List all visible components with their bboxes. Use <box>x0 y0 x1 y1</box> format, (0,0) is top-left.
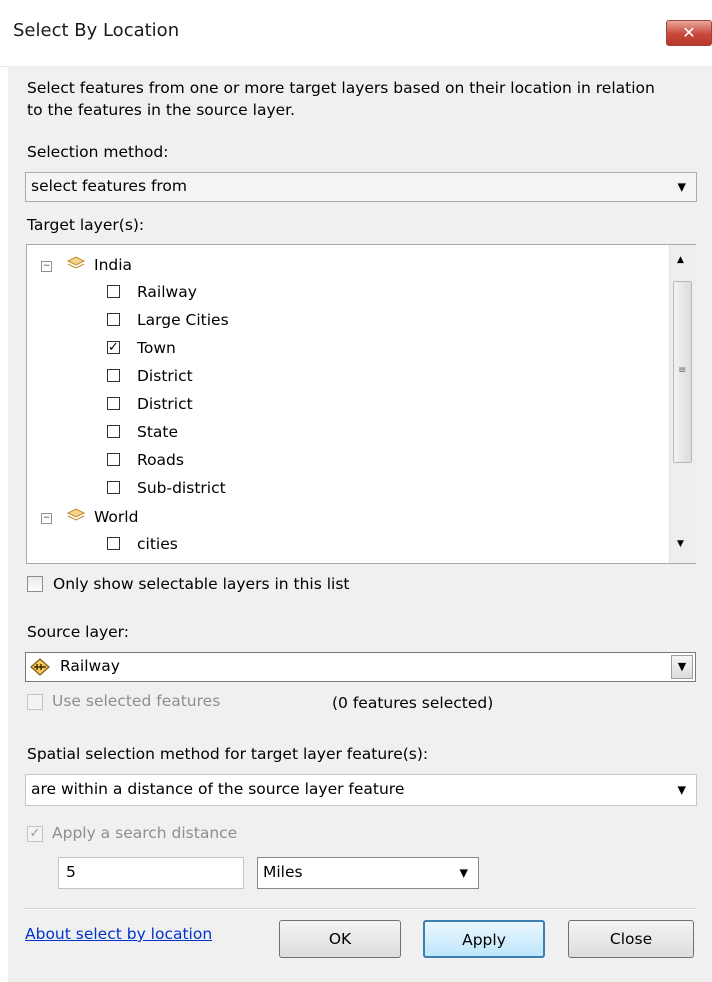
use-selected-label: Use selected features <box>52 692 221 710</box>
apply-search-distance-label: Apply a search distance <box>52 824 238 842</box>
layer-sub-district-label: Sub-district <box>137 479 226 497</box>
footer-divider <box>25 908 695 910</box>
checkbox-district-2[interactable] <box>107 397 120 410</box>
search-distance-value: 5 <box>66 863 76 881</box>
source-layer-label: Source layer: <box>27 623 129 641</box>
chevron-down-icon: ▼ <box>677 180 686 194</box>
only-selectable-label: Only show selectable layers in this list <box>53 575 350 593</box>
layer-group-icon <box>66 256 86 269</box>
layer-state-label: State <box>137 423 179 441</box>
layer-district-1-label: District <box>137 367 193 385</box>
collapse-india-icon[interactable]: − <box>41 261 52 272</box>
checkbox-district-1[interactable] <box>107 369 120 382</box>
checkbox-sub-district[interactable] <box>107 481 120 494</box>
layer-town-label: Town <box>137 339 176 357</box>
selection-method-value: select features from <box>31 177 188 195</box>
checkbox-state[interactable] <box>107 425 120 438</box>
close-window-button[interactable]: ✕ <box>666 20 712 46</box>
only-selectable-checkbox[interactable] <box>27 576 43 592</box>
group-india-label: India <box>94 256 133 274</box>
layer-railway-label: Railway <box>137 283 197 301</box>
source-layer-value: Railway <box>60 657 120 675</box>
layer-group-icon <box>66 508 86 521</box>
close-button[interactable]: Close <box>568 920 694 958</box>
distance-units-dropdown[interactable]: Miles ▼ <box>257 857 479 889</box>
scroll-up-icon[interactable]: ▲ <box>677 255 684 265</box>
about-select-by-location-link[interactable]: About select by location <box>25 925 212 943</box>
grip-icon: ≡ <box>678 365 687 376</box>
select-by-location-dialog: Select By Location ✕ Select features fro… <box>0 0 712 982</box>
checkbox-large-cities[interactable] <box>107 313 120 326</box>
chevron-down-icon[interactable]: ▼ <box>671 655 693 679</box>
target-layers-label: Target layer(s): <box>27 216 145 234</box>
checkbox-roads[interactable] <box>107 453 120 466</box>
dialog-description: Select features from one or more target … <box>27 79 655 119</box>
selection-method-dropdown[interactable]: select features from ▼ <box>25 172 697 202</box>
apply-button[interactable]: Apply <box>423 920 545 958</box>
scroll-down-icon[interactable]: ▼ <box>677 539 684 549</box>
layer-roads-label: Roads <box>137 451 184 469</box>
checkbox-railway[interactable] <box>107 285 120 298</box>
spatial-method-dropdown[interactable]: are within a distance of the source laye… <box>25 774 697 806</box>
apply-search-distance-checkbox[interactable]: ✓ <box>27 826 43 842</box>
source-layer-dropdown[interactable]: Railway ▼ <box>25 652 696 682</box>
checkbox-cities[interactable] <box>107 537 120 550</box>
spatial-method-value: are within a distance of the source laye… <box>31 780 405 798</box>
layer-cities-label: cities <box>137 535 178 553</box>
dialog-title: Select By Location <box>13 20 180 41</box>
group-world-label: World <box>94 508 139 526</box>
distance-units-value: Miles <box>263 863 303 881</box>
title-bar: Select By Location ✕ <box>0 0 712 67</box>
search-distance-input[interactable]: 5 <box>58 857 244 889</box>
layer-large-cities-label: Large Cities <box>137 311 229 329</box>
railway-layer-icon <box>30 658 50 676</box>
checkbox-town[interactable]: ✓ <box>107 341 120 354</box>
features-selected-count: (0 features selected) <box>332 694 494 712</box>
chevron-down-icon: ▼ <box>459 866 468 880</box>
chevron-down-icon: ▼ <box>677 783 686 797</box>
tree-scrollbar[interactable]: ▲ ≡ ▼ <box>669 245 696 563</box>
spatial-method-label: Spatial selection method for target laye… <box>27 745 429 763</box>
use-selected-checkbox[interactable] <box>27 694 43 710</box>
selection-method-label: Selection method: <box>27 143 169 161</box>
layer-district-2-label: District <box>137 395 193 413</box>
ok-button[interactable]: OK <box>279 920 401 958</box>
collapse-world-icon[interactable]: − <box>41 513 52 524</box>
